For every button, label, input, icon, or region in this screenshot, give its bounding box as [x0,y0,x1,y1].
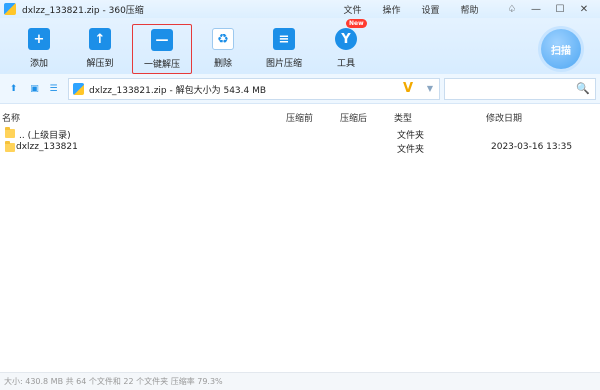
skin-icon[interactable]: ♤ [500,4,524,15]
column-headers: 名称 压缩前 压缩后 类型 修改日期 [0,108,600,124]
row-type: 文件夹 [397,131,425,141]
list-view-icon[interactable]: ☰ [48,84,59,94]
minimize-icon[interactable]: — [524,4,548,15]
header-type[interactable]: 类型 [394,111,412,124]
new-badge: New [346,19,367,28]
extract-to-icon: ↑ [89,28,111,50]
path-field[interactable]: dxlzz_133821.zip - 解包大小为 543.4 MB V ▼ [68,78,440,100]
up-icon[interactable]: ⬆ [8,84,19,94]
tools-button[interactable]: Y 工具 [316,24,376,74]
tools-label: 工具 [336,59,355,69]
app-logo-icon [4,3,16,15]
window-controls: ♤ — ☐ ✕ [500,0,596,18]
recycle-icon: ♻ [212,28,234,50]
row-type: 文件夹 [397,145,425,155]
address-bar: ⬆ ▣ ☰ dxlzz_133821.zip - 解包大小为 543.4 MB … [0,74,600,104]
menu-settings[interactable]: 设置 [411,3,450,16]
one-click-extract-icon: — [151,29,173,51]
chevron-down-icon[interactable]: ▼ [427,84,433,93]
delete-label: 删除 [213,59,232,69]
window-title: dxlzz_133821.zip - 360压缩 [22,5,144,16]
row-date: 2023-03-16 13:35 [491,142,573,152]
one-click-extract-label: 一键解压 [143,60,180,70]
image-compress-icon: ≡ [273,28,295,50]
header-original-size[interactable]: 压缩前 [286,111,313,124]
table-row[interactable]: .. (上级目录) 文件夹 [0,127,600,141]
menu-operation[interactable]: 操作 [372,3,411,16]
path-text: dxlzz_133821.zip - 解包大小为 543.4 MB [89,85,267,96]
folder-icon [5,127,15,138]
header-compressed-size[interactable]: 压缩后 [340,111,367,124]
close-icon[interactable]: ✕ [572,4,596,15]
add-icon: + [28,28,50,50]
zip-file-icon [73,83,84,95]
header-modified-date[interactable]: 修改日期 [486,111,522,124]
add-label: 添加 [29,59,48,69]
image-compress-label: 图片压缩 [265,59,302,69]
status-bar: 大小: 430.8 MB 共 64 个文件和 22 个文件夹 压缩率 79.3% [0,372,600,390]
add-button[interactable]: + 添加 [9,24,69,74]
menu-file[interactable]: 文件 [333,3,372,16]
extract-to-label: 解压到 [86,59,114,69]
row-name: dxlzz_133821 [16,142,78,152]
tools-icon: Y [335,28,357,50]
maximize-icon[interactable]: ☐ [548,4,572,15]
search-icon[interactable]: 🔍 [576,82,590,95]
image-compress-button[interactable]: ≡ 图片压缩 [254,24,314,74]
menu-bar: 文件 操作 设置 帮助 [333,0,489,18]
table-row[interactable]: dxlzz_133821 文件夹 2023-03-16 13:35 [0,141,600,155]
scan-button[interactable]: 扫描 [541,29,581,69]
extract-to-button[interactable]: ↑ 解压到 [70,24,130,74]
menu-help[interactable]: 帮助 [450,3,489,16]
view-icon[interactable]: ▣ [29,84,40,94]
status-text: 大小: 430.8 MB 共 64 个文件和 22 个文件夹 压缩率 79.3% [4,377,223,386]
v-icon[interactable]: V [403,81,413,96]
delete-button[interactable]: ♻ 删除 [193,24,253,74]
one-click-extract-button[interactable]: — 一键解压 [132,24,192,74]
row-name: .. (上级目录) [19,131,71,141]
folder-icon [5,141,15,152]
search-input[interactable]: 🔍 [444,78,596,100]
header-name[interactable]: 名称 [2,111,20,124]
